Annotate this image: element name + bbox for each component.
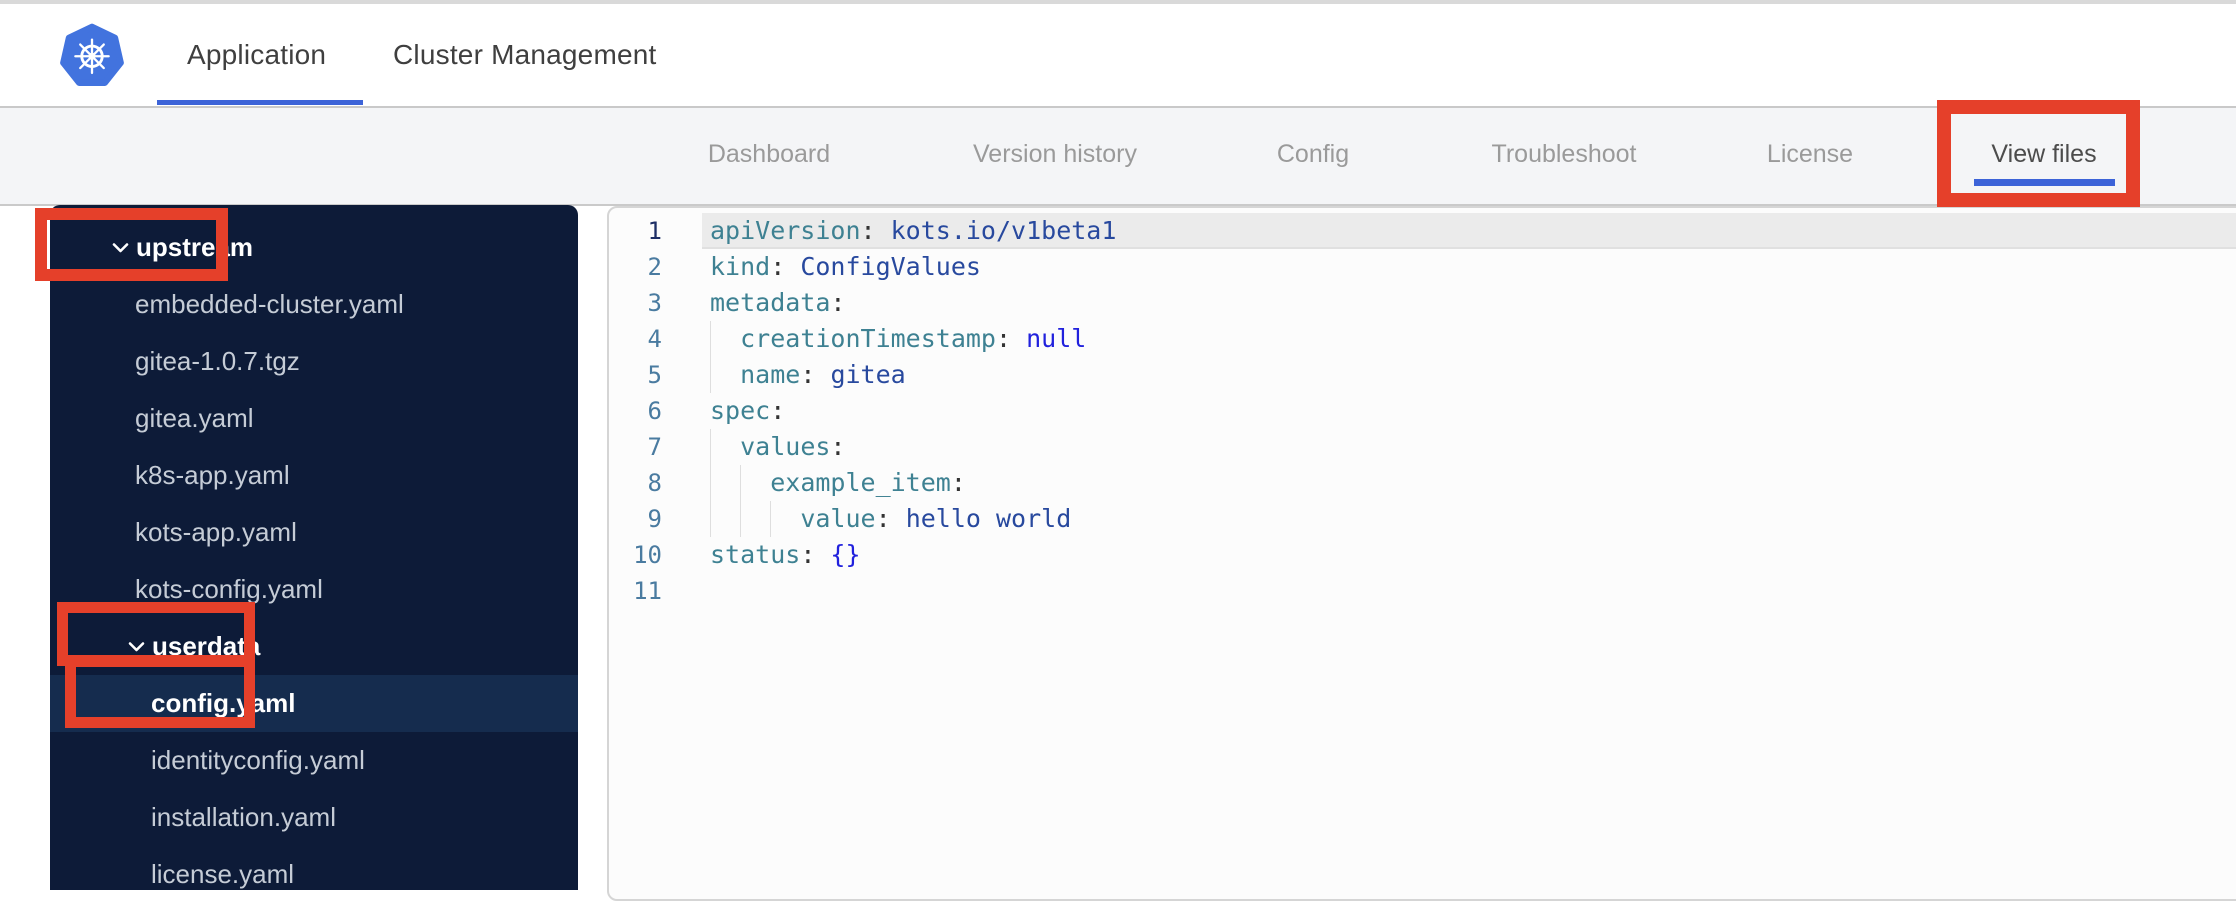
file-editor-panel[interactable]: 1 apiVersion: kots.io/v1beta1 2 kind: Confi… bbox=[607, 206, 2236, 901]
tree-item-label: identityconfig.yaml bbox=[151, 745, 365, 775]
line-number: 5 bbox=[647, 361, 662, 389]
subnav-item-dashboard[interactable]: Dashboard bbox=[708, 140, 830, 169]
file-installation.yaml[interactable]: installation.yaml bbox=[50, 789, 578, 846]
tab-cluster-management-label: Cluster Management bbox=[393, 39, 657, 70]
tree-item-label: k8s-app.yaml bbox=[135, 460, 290, 490]
subnav-item-license[interactable]: License bbox=[1767, 140, 1853, 169]
subnav-item-view-files[interactable]: View files bbox=[1991, 140, 2096, 169]
folder-userdata[interactable]: userdata bbox=[50, 618, 578, 675]
subnav-item-version-history[interactable]: Version history bbox=[973, 140, 1137, 169]
code-line-content: kind: ConfigValues bbox=[710, 252, 981, 281]
code-line-content: example_item: bbox=[702, 465, 2236, 501]
code-line-content: metadata: bbox=[710, 288, 846, 317]
file-kots-config.yaml[interactable]: kots-config.yaml bbox=[50, 561, 578, 618]
tree-item-label: kots-app.yaml bbox=[135, 517, 297, 547]
kubernetes-logo-icon[interactable] bbox=[60, 22, 124, 88]
tree-item-label: license.yaml bbox=[151, 859, 295, 889]
line-number: 4 bbox=[647, 325, 662, 353]
code-line-4[interactable]: 4 creationTimestamp: null bbox=[609, 321, 2236, 357]
line-number: 10 bbox=[633, 541, 662, 569]
code-line-3[interactable]: 3 metadata: bbox=[609, 285, 2236, 321]
indent-guide bbox=[710, 357, 711, 393]
file-gitea.yaml[interactable]: gitea.yaml bbox=[50, 390, 578, 447]
tree-item-label: installation.yaml bbox=[151, 802, 336, 832]
indent-guide bbox=[710, 429, 711, 465]
code-editor[interactable]: 1 apiVersion: kots.io/v1beta1 2 kind: Confi… bbox=[609, 208, 2236, 609]
indent-guide bbox=[740, 501, 742, 537]
code-line-1[interactable]: 1 apiVersion: kots.io/v1beta1 bbox=[609, 213, 2236, 249]
active-tab-underline bbox=[157, 100, 363, 105]
code-line-10[interactable]: 10 status: {} bbox=[609, 537, 2236, 573]
active-subnav-underline bbox=[1974, 179, 2115, 186]
line-number: 3 bbox=[647, 289, 662, 317]
file-license.yaml[interactable]: license.yaml bbox=[50, 846, 578, 890]
line-number: 8 bbox=[647, 469, 662, 497]
line-number: 6 bbox=[647, 397, 662, 425]
code-line-content: spec: bbox=[710, 396, 786, 425]
code-line-9[interactable]: 9 value: hello world bbox=[609, 501, 2236, 537]
code-line-content bbox=[702, 573, 2236, 609]
chevron-down-icon bbox=[128, 641, 145, 653]
file-identityconfig.yaml[interactable]: identityconfig.yaml bbox=[50, 732, 578, 789]
tree-item-label: config.yaml bbox=[151, 688, 296, 718]
code-line-7[interactable]: 7 values: bbox=[609, 429, 2236, 465]
file-embedded-cluster.yaml[interactable]: embedded-cluster.yaml bbox=[50, 276, 578, 333]
file-k8s-app.yaml[interactable]: k8s-app.yaml bbox=[50, 447, 578, 504]
chevron-down-icon bbox=[112, 242, 129, 254]
folder-upstream[interactable]: upstream bbox=[50, 219, 578, 276]
indent-guide bbox=[710, 321, 711, 357]
code-line-content: creationTimestamp: null bbox=[702, 321, 2236, 357]
line-number: 7 bbox=[647, 433, 662, 461]
subnav-bar: Dashboard Version history Config Trouble… bbox=[0, 106, 2236, 206]
tree-item-label: gitea-1.0.7.tgz bbox=[135, 346, 300, 376]
line-number: 11 bbox=[633, 577, 662, 605]
code-line-content: values: bbox=[702, 429, 2236, 465]
code-line-content: apiVersion: kots.io/v1beta1 bbox=[710, 216, 1117, 245]
indent-guide bbox=[710, 465, 711, 501]
file-config.yaml[interactable]: config.yaml bbox=[50, 675, 578, 732]
code-line-2[interactable]: 2 kind: ConfigValues bbox=[609, 249, 2236, 285]
subnav-item-config[interactable]: Config bbox=[1277, 140, 1349, 169]
indent-guide bbox=[740, 465, 742, 501]
file-tree-sidebar: upstream embedded-cluster.yaml gitea-1.0.7… bbox=[50, 205, 578, 890]
tree-item-label: userdata bbox=[152, 631, 261, 661]
code-line-content: status: {} bbox=[710, 540, 861, 569]
line-number: 2 bbox=[647, 253, 662, 281]
tab-cluster-management[interactable]: Cluster Management bbox=[393, 4, 657, 106]
code-line-11[interactable]: 11 bbox=[609, 573, 2236, 609]
code-line-8[interactable]: 8 example_item: bbox=[609, 465, 2236, 501]
app-header: Application Cluster Management bbox=[0, 4, 2236, 106]
code-line-6[interactable]: 6 spec: bbox=[609, 393, 2236, 429]
subnav-item-troubleshoot[interactable]: Troubleshoot bbox=[1492, 140, 1637, 169]
line-number: 9 bbox=[647, 505, 662, 533]
tree-item-label: embedded-cluster.yaml bbox=[135, 289, 404, 319]
tab-application[interactable]: Application bbox=[187, 4, 326, 106]
code-line-content: name: gitea bbox=[702, 357, 2236, 393]
indent-guide bbox=[710, 501, 711, 537]
file-gitea-1.0.7.tgz[interactable]: gitea-1.0.7.tgz bbox=[50, 333, 578, 390]
indent-guide bbox=[770, 501, 772, 537]
code-line-content: value: hello world bbox=[702, 501, 2236, 537]
line-number: 1 bbox=[647, 217, 662, 245]
file-kots-app.yaml[interactable]: kots-app.yaml bbox=[50, 504, 578, 561]
tree-item-label: kots-config.yaml bbox=[135, 574, 323, 604]
tree-item-label: gitea.yaml bbox=[135, 403, 254, 433]
tab-application-label: Application bbox=[187, 39, 327, 70]
tree-item-label: upstream bbox=[136, 232, 254, 262]
code-line-5[interactable]: 5 name: gitea bbox=[609, 357, 2236, 393]
